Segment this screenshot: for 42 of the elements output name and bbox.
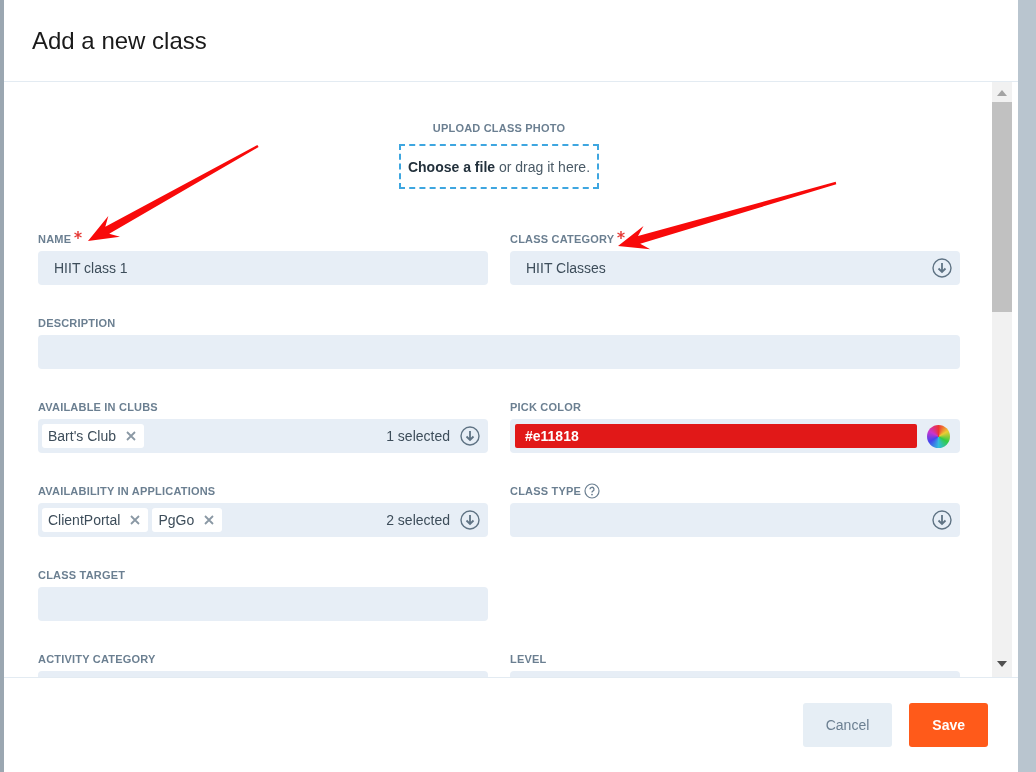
scrollbar-thumb[interactable]	[992, 102, 1012, 312]
field-label: DESCRIPTION	[38, 317, 116, 329]
cancel-button[interactable]: Cancel	[802, 703, 893, 747]
upload-label: UPLOAD CLASS PHOTO	[432, 122, 566, 134]
input-field[interactable]: HIIT class 1	[38, 251, 488, 285]
select-field[interactable]	[510, 503, 960, 537]
dropdown-icon[interactable]	[460, 510, 480, 530]
input-field[interactable]	[38, 587, 488, 621]
color-wheel-icon[interactable]	[927, 424, 950, 448]
input-field[interactable]	[38, 335, 960, 369]
dialog-title: Add a new class	[32, 26, 207, 55]
field-label: CLASS CATEGORY	[510, 233, 615, 245]
field-label: CLASS TYPE	[510, 485, 582, 497]
selected-count: 2 selected	[386, 512, 450, 528]
field-label: AVAILABILITY IN APPLICATIONS	[38, 485, 216, 497]
select-field[interactable]: HIIT Classes	[510, 251, 960, 285]
selected-count: 1 selected	[386, 428, 450, 444]
color-swatch: #e11818	[515, 424, 917, 448]
selected-tag: ClientPortal	[42, 508, 149, 532]
color-field[interactable]: #e11818	[510, 419, 960, 453]
scrollbar[interactable]	[992, 82, 1012, 677]
select-value: HIIT Classes	[526, 260, 607, 276]
help-icon[interactable]	[584, 483, 601, 499]
scroll-up-icon[interactable]	[997, 90, 1007, 96]
field-label: ACTIVITY CATEGORY	[38, 653, 156, 665]
field-label: LEVEL	[510, 653, 547, 665]
field-label: CLASS TARGET	[38, 569, 126, 581]
multiselect-field[interactable]: ClientPortal PgGo 2 selected	[38, 503, 488, 537]
field-label: NAME	[38, 233, 72, 245]
selected-tag: PgGo	[152, 508, 223, 532]
dropdown-icon[interactable]	[932, 510, 952, 530]
field-label: AVAILABLE IN CLUBS	[38, 401, 158, 413]
field-label: PICK COLOR	[510, 401, 582, 413]
close-icon[interactable]	[126, 431, 137, 441]
close-icon[interactable]	[204, 515, 215, 525]
dropdown-icon[interactable]	[932, 258, 952, 278]
dropdown-icon[interactable]	[460, 426, 480, 446]
close-icon[interactable]	[130, 515, 141, 525]
file-dropzone[interactable]: Choose a file or drag it here.	[399, 144, 599, 189]
multiselect-field[interactable]: Bart's Club 1 selected	[38, 419, 488, 453]
scroll-down-icon[interactable]	[997, 661, 1007, 667]
selected-tag: Bart's Club	[42, 424, 145, 448]
